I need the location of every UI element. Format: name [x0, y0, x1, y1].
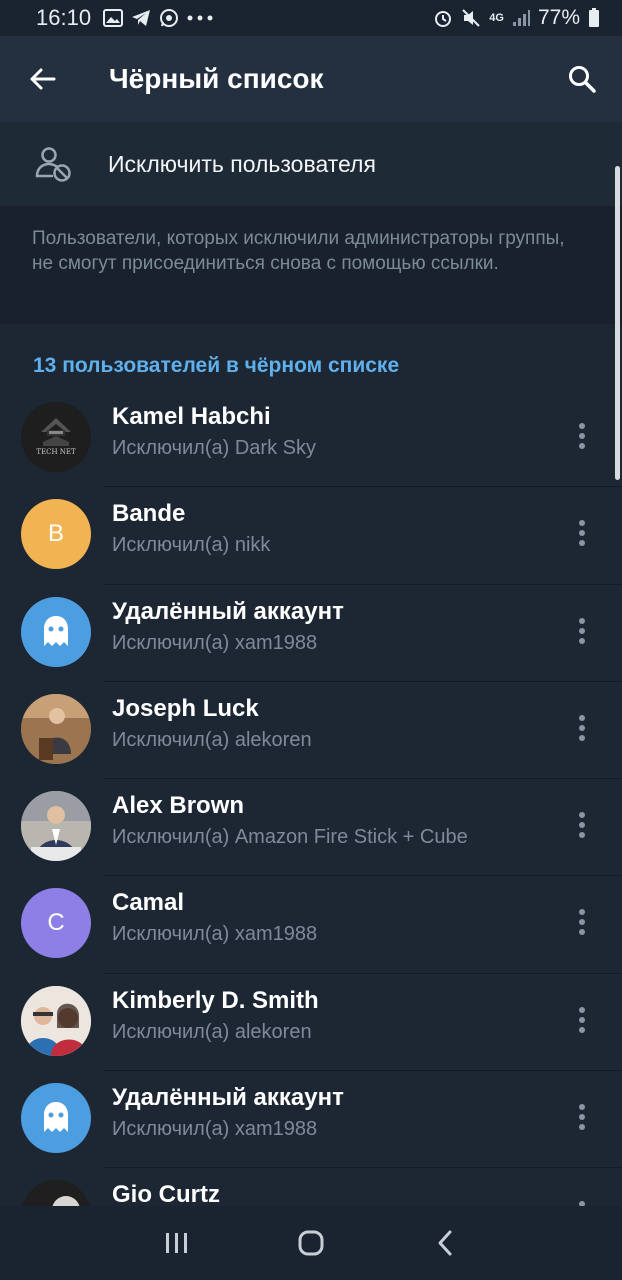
4g-icon: 4G [489, 12, 504, 24]
user-subtitle: Исключил(а) Dark Sky [112, 437, 316, 459]
search-icon [569, 66, 596, 93]
more-vert-icon [579, 714, 585, 741]
app-bar: Чёрный список [0, 36, 622, 122]
user-subtitle: Исключил(а) alekoren [112, 728, 312, 751]
more-vert-icon [579, 617, 585, 644]
list-item[interactable]: C Camal Исключил(а) xam1988 [0, 876, 622, 974]
page-title: Чёрный список [109, 63, 324, 94]
avatar [21, 791, 91, 862]
svg-text:TECH NET: TECH NET [36, 448, 76, 456]
signal-icon [512, 10, 530, 26]
user-name: Kamel Habchi [112, 403, 271, 430]
avatar: C [21, 888, 91, 959]
info-text: Пользователи, которых исключили админист… [32, 228, 565, 274]
section-header: 13 пользователей в чёрном списке [33, 354, 400, 377]
list-item[interactable]: Gio Curtz [0, 1168, 622, 1206]
more-vert-icon [579, 520, 585, 547]
user-name: Bande [112, 500, 186, 528]
more-menu-button[interactable] [562, 1194, 602, 1206]
user-name: Удалённый аккаунт [112, 597, 344, 625]
status-bar: 16:10 4G 77% [0, 0, 622, 36]
more-menu-button[interactable] [562, 513, 602, 553]
more-menu-button[interactable] [562, 611, 602, 651]
more-vert-icon [579, 812, 585, 839]
list-item[interactable]: Удалённый аккаунт Исключил(а) xam1988 [0, 585, 622, 682]
arrow-left-icon [30, 68, 56, 90]
system-back-button[interactable] [415, 1213, 475, 1273]
user-subtitle: Исключил(а) xam1988 [112, 923, 318, 946]
battery-percent: 77% [537, 6, 580, 29]
user-subtitle: Исключил(а) alekoren [112, 1020, 312, 1043]
home-icon [298, 1230, 324, 1256]
more-vert-icon [579, 1104, 585, 1131]
gallery-icon [103, 9, 124, 27]
user-subtitle: Исключил(а) xam1988 [112, 1118, 318, 1141]
more-menu-button[interactable] [562, 902, 602, 942]
user-subtitle: Исключил(а) Amazon Fire Stick + Cube [112, 826, 468, 849]
more-menu-button[interactable] [562, 1000, 602, 1040]
more-menu-button[interactable] [562, 708, 602, 748]
ban-user-label: Исключить пользователя [108, 150, 376, 177]
more-vert-icon [579, 1006, 585, 1033]
back-icon [438, 1230, 452, 1256]
user-name: Kimberly D. Smith [112, 986, 319, 1014]
user-name: Camal [112, 889, 185, 917]
blacklist[interactable]: 13 пользователей в чёрном списке TECH NE… [0, 324, 622, 1206]
ban-user-button[interactable]: Исключить пользователя [0, 122, 622, 206]
back-button[interactable] [0, 36, 84, 122]
recent-apps-button[interactable] [147, 1213, 207, 1273]
ghost-icon [44, 615, 68, 646]
list-item[interactable]: Alex Brown Исключил(а) Amazon Fire Stick… [0, 779, 622, 877]
alarm-icon [435, 11, 452, 27]
more-menu-button[interactable] [562, 1097, 602, 1137]
user-subtitle: Исключил(а) xam1988 [112, 631, 318, 654]
user-name: Gio Curtz [112, 1181, 220, 1206]
system-nav-bar [0, 1206, 622, 1280]
avatar [21, 1180, 91, 1206]
more-menu-button[interactable] [562, 805, 602, 845]
info-panel: Пользователи, которых исключили админист… [0, 206, 622, 324]
more-vert-icon [579, 909, 585, 936]
avatar [21, 1083, 91, 1154]
avatar-letter: C [47, 909, 65, 937]
more-vert-icon [579, 423, 585, 449]
list-item[interactable]: Удалённый аккаунт Исключил(а) xam1988 [0, 1071, 622, 1169]
avatar [21, 596, 91, 667]
avatar: TECH NET [21, 402, 91, 472]
avatar-letter: B [47, 520, 64, 548]
status-time: 16:10 [36, 5, 92, 30]
recent-apps-icon [166, 1233, 187, 1253]
telegram-icon [132, 10, 151, 26]
search-button[interactable] [542, 36, 622, 122]
avatar: B [21, 499, 91, 570]
user-name: Удалённый аккаунт [112, 1084, 344, 1112]
list-item[interactable]: TECH NET Kamel Habchi Исключил(а) Dark S… [0, 390, 622, 488]
avatar [21, 985, 91, 1056]
more-menu-button[interactable] [562, 416, 602, 456]
list-item[interactable]: B Bande Исключил(а) nikk [0, 487, 622, 585]
avatar [21, 693, 91, 764]
user-name: Alex Brown [112, 792, 245, 820]
user-name: Joseph Luck [112, 694, 259, 722]
mute-icon [462, 9, 480, 27]
list-item[interactable]: Kimberly D. Smith Исключил(а) alekoren [0, 974, 622, 1072]
list-item[interactable]: Joseph Luck Исключил(а) alekoren [0, 682, 622, 780]
user-block-icon [35, 147, 71, 182]
whatsapp-icon [160, 9, 179, 27]
home-button[interactable] [281, 1213, 341, 1273]
scrollbar[interactable] [615, 166, 620, 480]
user-subtitle: Исключил(а) nikk [112, 534, 271, 557]
more-dots-icon [187, 15, 213, 21]
battery-icon [589, 8, 599, 27]
ghost-icon [44, 1102, 68, 1133]
